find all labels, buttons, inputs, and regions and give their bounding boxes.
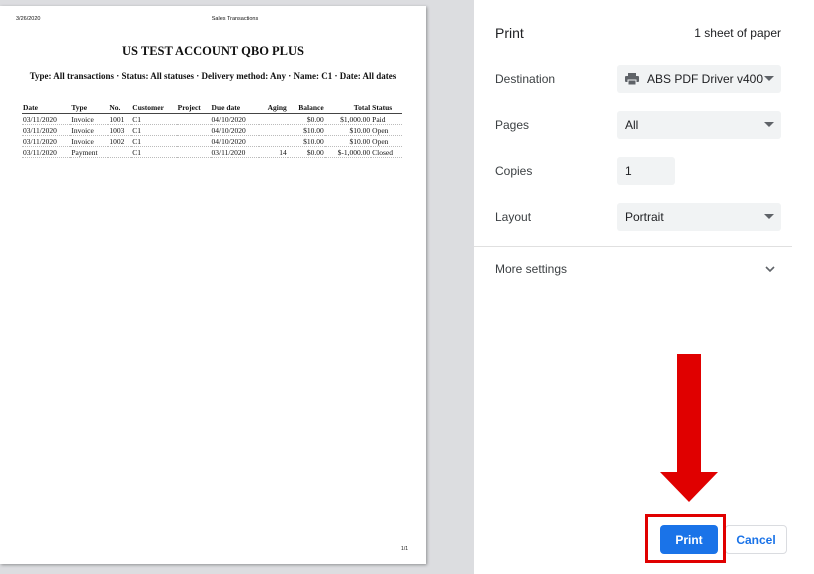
table-cell [176,113,211,125]
destination-label: Destination [495,72,556,86]
table-header-row: Date Type No. Customer Project Due date … [22,103,402,114]
column-header: Date [22,103,71,114]
preview-page: 3/26/2020 Sales Transactions US TEST ACC… [0,6,426,564]
page-header: Sales Transactions [211,16,259,22]
table-cell: 1002 [108,135,132,147]
print-settings-panel: Print 1 sheet of paper Destination ABS P… [474,0,814,574]
chevron-down-icon [764,122,774,127]
layout-value: Portrait [625,210,664,224]
table-cell [259,124,288,136]
table-row: 03/11/2020 Invoice 1001 C1 04/10/2020 $0… [22,113,402,125]
table-cell: $-1,000.00 [324,146,372,158]
more-settings-toggle[interactable]: More settings [495,262,567,276]
table-cell: 04/10/2020 [210,124,260,136]
table-cell: 04/10/2020 [210,135,260,147]
cancel-button[interactable]: Cancel [725,525,787,554]
chevron-down-icon [764,76,774,81]
sheet-count: 1 sheet of paper [694,26,781,40]
column-header: Customer [131,103,177,114]
chevron-down-icon[interactable] [764,262,776,274]
report-subtitle: Type: All transactions · Status: All sta… [29,71,397,81]
table-cell: 04/10/2020 [210,113,260,125]
column-header: Due date [210,103,260,114]
table-cell [176,146,211,158]
red-arrow-annotation [660,354,718,502]
table-cell: Closed [371,146,402,158]
table-cell: $10.00 [287,135,325,147]
pages-label: Pages [495,118,530,132]
column-header: Project [176,103,211,114]
table-cell: 03/11/2020 [22,135,71,147]
table-cell: $10.00 [324,135,372,147]
destination-value: ABS PDF Driver v400 [647,72,764,86]
pages-select[interactable]: All [617,111,781,139]
column-header: No. [108,103,132,114]
copies-label: Copies [495,164,533,178]
table-cell: $0.00 [287,113,325,125]
table-cell [108,146,132,158]
pages-value: All [625,118,639,132]
table-cell: C1 [131,146,177,158]
panel-title: Print [495,25,524,41]
table-cell: 14 [259,146,288,158]
report-title: US TEST ACCOUNT QBO PLUS [121,44,304,58]
table-cell [259,135,288,147]
table-cell: 1001 [108,113,132,125]
table-cell: Payment [70,146,109,158]
table-row: 03/11/2020 Payment C1 03/11/2020 14 $0.0… [22,146,402,158]
copies-input[interactable]: 1 [617,157,675,185]
layout-label: Layout [495,210,532,224]
table-cell [176,124,211,136]
table-cell: Open [371,124,402,136]
table-cell [259,113,288,125]
table-cell: Invoice [70,135,109,147]
table-cell: Invoice [70,113,109,125]
print-preview-area: 3/26/2020 Sales Transactions US TEST ACC… [0,0,474,574]
column-header: Type [70,103,109,114]
table-cell: 03/11/2020 [210,146,260,158]
table-row: 03/11/2020 Invoice 1002 C1 04/10/2020 $1… [22,135,402,147]
column-header: Total [324,103,372,114]
table-cell: Open [371,135,402,147]
table-cell: Paid [371,113,402,125]
print-button-highlight [645,514,726,563]
table-cell: C1 [131,124,177,136]
table-cell: $1,000.00 [324,113,372,125]
destination-select[interactable]: ABS PDF Driver v400 [617,65,781,93]
table-cell: C1 [131,135,177,147]
table-cell: $0.00 [287,146,325,158]
table-cell: C1 [131,113,177,125]
table-cell: 1003 [108,124,132,136]
printer-icon [625,73,639,86]
table-cell: 03/11/2020 [22,146,71,158]
table-cell: $10.00 [287,124,325,136]
divider [474,246,792,247]
column-header: Balance [287,103,325,114]
table-cell: Invoice [70,124,109,136]
table-cell: 03/11/2020 [22,124,71,136]
table-cell: 03/11/2020 [22,113,71,125]
transactions-table: Date Type No. Customer Project Due date … [22,103,402,158]
chevron-down-icon [764,214,774,219]
column-header: Aging [259,103,288,114]
page-number: 1/1 [401,546,408,552]
layout-select[interactable]: Portrait [617,203,781,231]
table-cell: $10.00 [324,124,372,136]
table-row: 03/11/2020 Invoice 1003 C1 04/10/2020 $1… [22,124,402,136]
column-header: Status [371,103,402,114]
table-cell [176,135,211,147]
